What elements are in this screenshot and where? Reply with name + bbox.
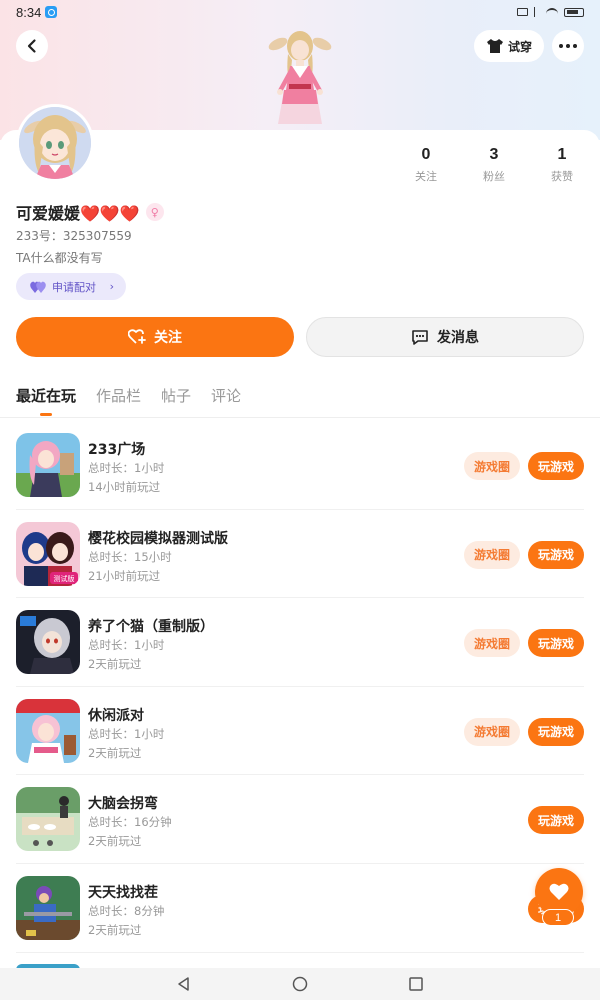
game-last-played: 2天前玩过 <box>88 745 142 760</box>
follow-label: 关注 <box>154 330 182 346</box>
double-heart-icon <box>30 281 46 293</box>
stat-followers[interactable]: 3 粉丝 <box>469 146 519 184</box>
wifi-icon <box>546 8 558 16</box>
cast-icon <box>517 8 528 16</box>
chevron-right-icon: › <box>109 280 114 293</box>
play-game-button[interactable]: 玩游戏 <box>528 540 584 569</box>
back-arrow-icon <box>27 39 36 53</box>
heart-icon <box>549 883 569 900</box>
game-title: 大脑会拐弯 <box>88 796 158 813</box>
game-icon-233-plaza[interactable] <box>16 433 80 497</box>
list-item[interactable]: 天天找找茬 总时长：8分钟 2天前玩过 玩游戏 <box>16 864 584 953</box>
game-title: 233广场 <box>88 442 146 458</box>
game-duration: 总时长：1小时 <box>88 461 165 475</box>
game-duration: 总时长：16分钟 <box>88 815 172 830</box>
game-circle-button[interactable]: 游戏圈 <box>464 717 520 746</box>
list-item[interactable]: 大脑会拐弯 总时长：16分钟 2天前玩过 玩游戏 <box>16 775 584 864</box>
game-icon-party[interactable] <box>16 698 80 763</box>
game-duration: 总时长：1小时 <box>88 726 165 741</box>
game-last-played: 21小时前玩过 <box>88 568 161 583</box>
game-circle-button[interactable]: 游戏圈 <box>464 452 520 480</box>
list-item[interactable]: 养了个猫（重制版） 总时长：1小时 2天前玩过 游戏圈 玩游戏 <box>16 598 584 687</box>
game-last-played: 14小时前玩过 <box>88 480 161 494</box>
request-match-button[interactable]: 申请配对 › <box>16 273 126 300</box>
profile-name-row: 可爱媛媛❤️❤️❤️ ♀ <box>16 200 164 224</box>
play-game-button[interactable]: 玩游戏 <box>528 452 584 480</box>
follow-button[interactable]: 关注 <box>16 317 294 357</box>
game-duration: 总时长：1小时 <box>88 638 165 653</box>
play-game-button[interactable]: 玩游戏 <box>528 717 584 746</box>
game-title: 养了个猫（重制版） <box>88 619 214 636</box>
game-last-played: 2天前玩过 <box>88 834 142 849</box>
tab-works[interactable]: 作品栏 <box>96 385 141 415</box>
list-item[interactable]: 休闲派对 总时长：1小时 2天前玩过 游戏圈 玩游戏 <box>16 687 584 776</box>
game-icon-raise-a-cat[interactable] <box>16 610 80 675</box>
game-last-played: 2天前玩过 <box>88 922 142 937</box>
svg-text:测试版: 测试版 <box>54 574 75 583</box>
status-bar: 8:34 <box>0 0 600 24</box>
stat-likes[interactable]: 1 获赞 <box>537 146 587 184</box>
tab-posts[interactable]: 帖子 <box>161 385 191 415</box>
nav-recents-icon[interactable] <box>408 976 424 992</box>
play-game-button[interactable]: 玩游戏 <box>528 629 584 658</box>
heart-plus-icon <box>128 329 146 344</box>
game-last-played: 2天前玩过 <box>88 657 142 672</box>
list-item[interactable]: 233广场 总时长：1小时 14小时前玩过 游戏圈 玩游戏 <box>16 421 584 510</box>
status-time: 8:34 <box>16 4 42 20</box>
send-message-label: 发消息 <box>437 330 479 346</box>
status-icons <box>517 7 584 17</box>
game-circle-button[interactable]: 游戏圈 <box>464 629 520 658</box>
game-circle-button[interactable]: 游戏圈 <box>464 540 520 569</box>
request-match-label: 申请配对 <box>52 280 96 294</box>
more-options-button[interactable] <box>552 30 584 62</box>
try-on-label: 试穿 <box>507 39 532 54</box>
system-nav-bar <box>0 968 600 1000</box>
tabs-divider <box>0 417 600 418</box>
recent-games-list: 233广场 总时长：1小时 14小时前玩过 游戏圈 玩游戏 测试版 樱花校园模拟… <box>0 421 600 953</box>
back-button[interactable] <box>16 30 48 62</box>
female-gender-icon: ♀ <box>145 203 164 221</box>
like-count-badge: 1 <box>542 909 574 926</box>
send-message-button[interactable]: 发消息 <box>306 317 584 357</box>
play-game-button[interactable]: 玩游戏 <box>528 806 584 835</box>
tab-recently-played[interactable]: 最近在玩 <box>16 385 76 416</box>
game-icon-sakura-school[interactable]: 测试版 <box>16 521 80 586</box>
nav-home-icon[interactable] <box>292 976 308 992</box>
stat-following[interactable]: 0 关注 <box>401 146 451 184</box>
game-title: 樱花校园模拟器测试版 <box>88 530 228 547</box>
game-title: 休闲派对 <box>88 707 144 724</box>
profile-name: 可爱媛媛❤️❤️❤️ <box>16 204 140 223</box>
profile-bio: TA什么都没有写 <box>16 251 103 265</box>
avatar-image <box>19 107 91 179</box>
avatar-3d-character[interactable] <box>262 24 338 130</box>
profile-stats: 0 关注 3 粉丝 1 获赞 <box>400 146 584 186</box>
list-item[interactable]: 测试版 樱花校园模拟器测试版 总时长：15小时 21小时前玩过 游戏圈 玩游戏 <box>16 510 584 599</box>
nav-back-icon[interactable] <box>176 976 192 992</box>
shirt-icon <box>486 39 503 53</box>
tab-comments[interactable]: 评论 <box>211 385 241 415</box>
profile-uid: 233号：325307559 <box>16 229 132 243</box>
notification-app-icon <box>45 6 58 18</box>
chat-bubble-icon <box>412 330 428 345</box>
avatar[interactable] <box>16 104 94 182</box>
game-duration: 总时长：8分钟 <box>88 903 165 918</box>
game-title: 天天找找茬 <box>88 884 158 901</box>
game-icon-spot-difference[interactable] <box>16 875 80 940</box>
profile-tabs: 最近在玩 作品栏 帖子 评论 <box>16 385 241 416</box>
game-duration: 总时长：15小时 <box>88 549 172 564</box>
battery-icon <box>564 7 584 17</box>
game-icon-brain-turns[interactable] <box>16 787 80 852</box>
more-dot-icon <box>559 44 563 48</box>
try-on-button[interactable]: 试穿 <box>474 30 544 62</box>
bluetooth-icon <box>534 7 540 17</box>
